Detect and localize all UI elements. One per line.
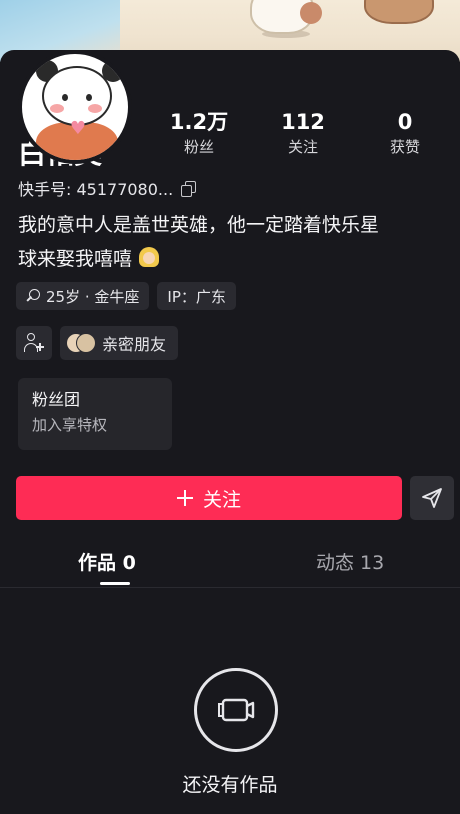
avatar-blush-left bbox=[50, 104, 64, 113]
friends-row: 亲密朋友 bbox=[16, 326, 179, 360]
age-zodiac-tag: 25岁 · 金牛座 bbox=[16, 282, 150, 310]
banner-critter-brown bbox=[364, 0, 434, 24]
close-friends-label: 亲密朋友 bbox=[102, 335, 167, 354]
avatar-blush-right bbox=[88, 104, 102, 113]
avatar-eye-right bbox=[86, 94, 92, 101]
copy-icon[interactable] bbox=[181, 181, 197, 197]
camera-icon bbox=[218, 698, 255, 722]
avatar[interactable]: ♥ bbox=[18, 50, 132, 164]
content-tabs: 作品 0 动态 13 bbox=[0, 540, 460, 588]
bio-line-2: 球来娶我嘻嘻 bbox=[18, 242, 448, 276]
stat-following-label: 关注 bbox=[287, 138, 318, 156]
ip-location-tag: IP：广东 bbox=[157, 282, 236, 310]
stat-likes-value: 0 bbox=[397, 110, 413, 134]
fan-club-title: 粉丝团 bbox=[32, 390, 81, 409]
stat-fans-label: 粉丝 bbox=[183, 138, 214, 156]
fan-club-card[interactable]: 粉丝团 加入享特权 bbox=[18, 378, 172, 450]
follow-button[interactable]: 关注 bbox=[16, 476, 402, 520]
close-friends-avatars bbox=[66, 331, 96, 355]
gender-female-icon bbox=[26, 289, 40, 303]
heart-icon: ♥ bbox=[69, 118, 87, 139]
fan-club-subtitle: 加入享特权 bbox=[32, 416, 108, 434]
user-id-text: 快手号: 45177080... bbox=[18, 180, 174, 199]
send-icon bbox=[422, 488, 442, 508]
avatar-face bbox=[42, 66, 112, 126]
empty-state-icon bbox=[194, 668, 278, 752]
share-button[interactable] bbox=[410, 476, 454, 520]
stat-likes[interactable]: 0 获赞 bbox=[360, 108, 450, 158]
bio-line-2-text: 球来娶我嘻嘻 bbox=[18, 248, 133, 270]
profile-tags: 25岁 · 金牛座 IP：广东 bbox=[16, 282, 236, 310]
stat-fans-value: 1.2万 bbox=[169, 110, 229, 134]
ip-location-text: IP：广东 bbox=[167, 287, 226, 306]
close-friends-button[interactable]: 亲密朋友 bbox=[60, 326, 179, 360]
avatar-eye-left bbox=[62, 94, 68, 101]
follow-button-label: 关注 bbox=[202, 488, 241, 511]
stat-following-value: 112 bbox=[281, 110, 325, 134]
blonde-woman-emoji-icon bbox=[138, 247, 160, 269]
banner-critter-accessory bbox=[300, 2, 322, 24]
stat-following[interactable]: 112 关注 bbox=[258, 108, 348, 158]
profile-stats: 1.2万 粉丝 112 关注 0 获赞 bbox=[150, 108, 450, 168]
tab-moments[interactable]: 动态 13 bbox=[316, 548, 384, 575]
bio-line-1: 我的意中人是盖世英雄，他一定踏着快乐星 bbox=[18, 214, 380, 236]
empty-state-text: 还没有作品 bbox=[182, 774, 278, 796]
tab-works[interactable]: 作品 0 bbox=[78, 548, 136, 575]
user-id[interactable]: 快手号: 45177080... bbox=[18, 176, 197, 200]
profile-bio: 我的意中人是盖世英雄，他一定踏着快乐星 球来娶我嘻嘻 bbox=[18, 208, 448, 276]
person-plus-icon bbox=[24, 333, 44, 353]
stat-likes-label: 获赞 bbox=[389, 138, 420, 156]
stat-fans[interactable]: 1.2万 粉丝 bbox=[154, 108, 244, 158]
age-zodiac-text: 25岁 · 金牛座 bbox=[46, 287, 140, 306]
add-friend-button[interactable] bbox=[16, 326, 52, 360]
active-tab-indicator bbox=[100, 582, 130, 585]
plus-icon bbox=[176, 490, 193, 506]
